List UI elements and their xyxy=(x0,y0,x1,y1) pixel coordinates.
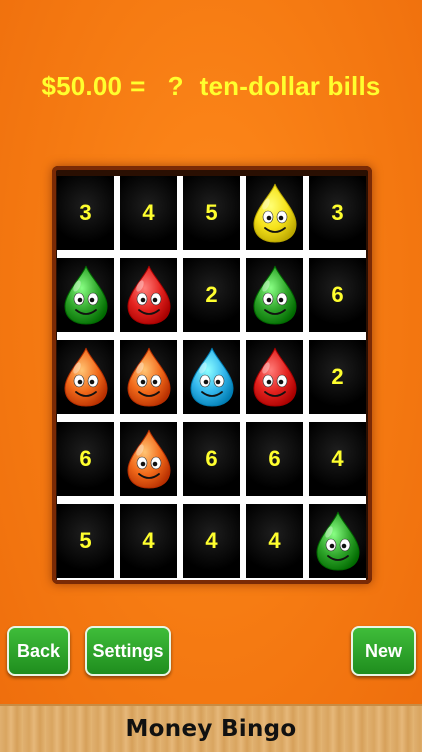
cell-number: 5 xyxy=(205,200,218,225)
board-cell[interactable]: 2 xyxy=(309,340,366,414)
drop-marker-icon xyxy=(189,347,234,407)
board-cell-covered[interactable] xyxy=(309,504,366,578)
cell-number: 6 xyxy=(331,282,344,307)
cell-number: 3 xyxy=(331,200,344,225)
board-cell[interactable]: 4 xyxy=(120,504,177,578)
cell-number: 3 xyxy=(79,200,92,225)
cell-number: 6 xyxy=(79,446,92,471)
question-prompt: $50.00 = ? ten-dollar bills xyxy=(0,66,422,106)
board-cell[interactable]: 4 xyxy=(183,504,240,578)
board-cell-covered[interactable] xyxy=(183,340,240,414)
cell-number: 2 xyxy=(205,282,218,307)
drop-marker-icon xyxy=(63,347,108,407)
question-unit: ten-dollar bills xyxy=(199,70,381,101)
board-cell-covered[interactable] xyxy=(246,176,303,250)
drop-marker-icon xyxy=(126,347,171,407)
question-mark: ? xyxy=(167,70,184,101)
board-cell[interactable]: 6 xyxy=(246,422,303,496)
board-cell-covered[interactable] xyxy=(120,258,177,332)
new-game-button[interactable]: New xyxy=(351,626,416,676)
settings-button[interactable]: Settings xyxy=(85,626,171,676)
board-cell[interactable]: 3 xyxy=(309,176,366,250)
board-cell-covered[interactable] xyxy=(246,340,303,414)
drop-marker-icon xyxy=(126,265,171,325)
cell-number: 2 xyxy=(331,364,344,389)
cell-number: 4 xyxy=(205,528,218,553)
board-cell[interactable]: 4 xyxy=(246,504,303,578)
board-cell-covered[interactable] xyxy=(57,258,114,332)
board-cell[interactable]: 3 xyxy=(57,176,114,250)
board-cell[interactable]: 6 xyxy=(183,422,240,496)
board-cell[interactable]: 4 xyxy=(120,176,177,250)
footer-bar: Money Bingo xyxy=(0,704,422,752)
cell-number: 4 xyxy=(142,200,155,225)
cell-number: 6 xyxy=(268,446,281,471)
bingo-board: 3 4 5 3 2 6 2 6 6 6 4 5 4 4 4 xyxy=(57,176,366,580)
drop-marker-icon xyxy=(315,511,360,571)
cell-number: 5 xyxy=(79,528,92,553)
cell-number: 4 xyxy=(142,528,155,553)
drop-marker-icon xyxy=(252,347,297,407)
app-title: Money Bingo xyxy=(125,716,297,742)
board-cell[interactable]: 2 xyxy=(183,258,240,332)
cell-number: 4 xyxy=(268,528,281,553)
drop-marker-icon xyxy=(252,183,297,243)
board-cell[interactable]: 6 xyxy=(57,422,114,496)
drop-marker-icon xyxy=(252,265,297,325)
board-cell[interactable]: 4 xyxy=(309,422,366,496)
board-cell[interactable]: 5 xyxy=(183,176,240,250)
board-cell[interactable]: 5 xyxy=(57,504,114,578)
board-cell[interactable]: 6 xyxy=(309,258,366,332)
drop-marker-icon xyxy=(63,265,108,325)
question-amount: $50.00 xyxy=(41,70,123,101)
board-cell-covered[interactable] xyxy=(246,258,303,332)
cell-number: 6 xyxy=(205,446,218,471)
back-button[interactable]: Back xyxy=(7,626,70,676)
board-cell-covered[interactable] xyxy=(120,422,177,496)
drop-marker-icon xyxy=(126,429,171,489)
cell-number: 4 xyxy=(331,446,344,471)
board-cell-covered[interactable] xyxy=(120,340,177,414)
board-cell-covered[interactable] xyxy=(57,340,114,414)
question-equals: = xyxy=(130,70,146,101)
